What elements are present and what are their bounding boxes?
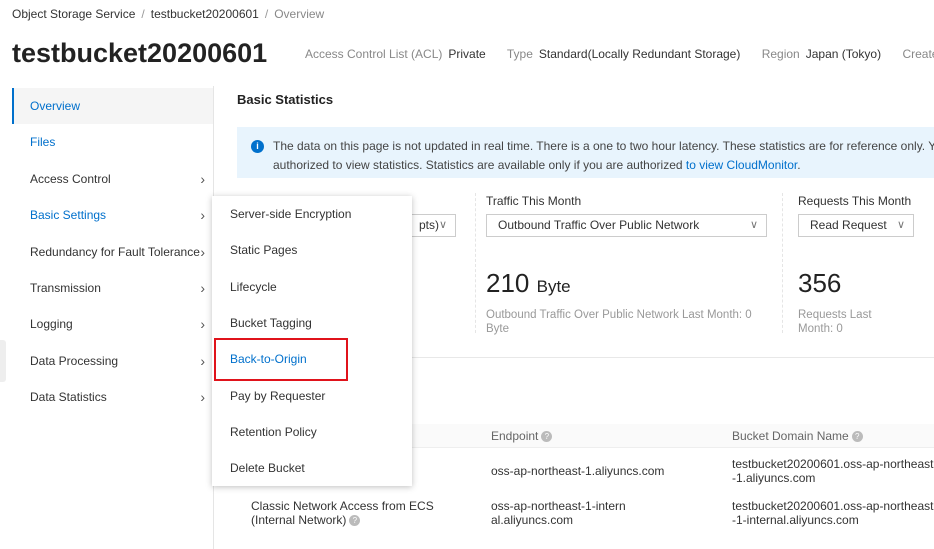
region-label: Region: [761, 47, 800, 61]
row2-access: Classic Network Access from ECS (Interna…: [251, 499, 434, 527]
traffic-value: 210 Byte: [486, 268, 571, 298]
acl-label: Access Control List (ACL): [305, 47, 443, 61]
help-icon[interactable]: ?: [541, 431, 553, 443]
menu-item-server-side-encryption[interactable]: Server-side Encryption: [212, 199, 412, 229]
menu-item-bucket-tagging[interactable]: Bucket Tagging: [212, 308, 412, 338]
menu-item-retention-policy[interactable]: Retention Policy: [212, 417, 412, 447]
highlight-box: [214, 338, 348, 381]
acl-value: Private: [448, 47, 486, 61]
sidebar-item-label: Redundancy for Fault Tolerance: [30, 244, 200, 259]
info-text-1: The data on this page is not updated in …: [273, 139, 934, 153]
traffic-last-month: Outbound Traffic Over Public Network Las…: [486, 309, 752, 335]
cloudmonitor-link[interactable]: to view CloudMonitor: [686, 158, 797, 172]
help-icon[interactable]: ?: [851, 431, 863, 443]
sidebar-item-label: Overview: [30, 99, 81, 113]
help-icon[interactable]: ?: [349, 515, 361, 527]
sidebar-collapse-handle[interactable]: [0, 340, 6, 382]
row2-domain: testbucket20200601.oss-ap-northeast-1-in…: [732, 499, 934, 527]
region-value: Japan (Tokyo): [805, 47, 882, 61]
sidebar: Overview Files Access Control › Basic Settin…: [12, 86, 214, 549]
row1-domain: testbucket20200601.oss-ap-northeast-1.al…: [732, 457, 934, 485]
sidebar-item-data-processing[interactable]: Data Processing ›: [12, 343, 213, 379]
chevron-right-icon: ›: [200, 243, 205, 260]
sidebar-item-label: Basic Settings: [30, 208, 107, 223]
chevron-down-icon: ∨: [896, 219, 905, 231]
chevron-right-icon: ›: [200, 352, 205, 369]
chevron-right-icon: ›: [200, 170, 205, 187]
traffic-label: Traffic This Month: [486, 194, 582, 208]
sidebar-item-overview[interactable]: Overview: [12, 88, 213, 124]
chevron-down-icon: ∨: [749, 219, 758, 231]
breadcrumb-oss[interactable]: Object Storage Service: [12, 7, 135, 21]
row2-endpoint: oss-ap-northeast-1-internal.aliyuncs.com: [491, 499, 626, 527]
info-text-2: authorized to view statistics. Statistic…: [273, 158, 801, 172]
chevron-right-icon: ›: [200, 316, 205, 333]
requests-last-month: Requests Last Month: 0: [798, 309, 872, 335]
sidebar-item-logging[interactable]: Logging ›: [12, 306, 213, 342]
row1-endpoint: oss-ap-northeast-1.aliyuncs.com: [491, 464, 665, 478]
menu-item-pay-by-requester[interactable]: Pay by Requester: [212, 381, 412, 411]
sidebar-item-access-control[interactable]: Access Control ›: [12, 161, 213, 197]
sidebar-item-label: Data Processing: [30, 353, 119, 368]
chevron-right-icon: ›: [200, 280, 205, 296]
sidebar-item-label: Logging: [30, 317, 73, 332]
bucket-meta: Access Control List (ACL) Private Type Sta…: [305, 47, 934, 61]
requests-value: 356: [798, 268, 842, 298]
sidebar-item-label: Data Statistics: [30, 390, 107, 405]
section-title: Basic Statistics: [237, 92, 334, 107]
chevron-right-icon: ›: [200, 389, 205, 406]
th-endpoint: Endpoint?: [491, 429, 553, 443]
info-banner: i The data on this page is not updated i…: [237, 127, 934, 178]
traffic-select[interactable]: Outbound Traffic Over Public Network ∨: [486, 214, 767, 237]
sidebar-item-label: Access Control: [30, 171, 111, 186]
menu-item-static-pages[interactable]: Static Pages: [212, 235, 412, 265]
chevron-right-icon: ›: [200, 207, 205, 224]
sidebar-item-label: Files: [30, 135, 56, 150]
menu-item-delete-bucket[interactable]: Delete Bucket: [212, 453, 412, 483]
sidebar-item-files[interactable]: Files: [12, 124, 213, 160]
breadcrumb-bucket[interactable]: testbucket20200601: [151, 7, 259, 21]
breadcrumb: Object Storage Service / testbucket2020060…: [12, 7, 325, 21]
sidebar-item-redundancy-for-fault-tolerance[interactable]: Redundancy for Fault Tolerance ›: [12, 234, 213, 270]
sidebar-item-label: Transmission: [30, 281, 101, 295]
page-title: testbucket20200601: [12, 38, 268, 68]
chevron-down-icon: ∨: [438, 219, 447, 231]
requests-select[interactable]: Read Request ∨: [798, 214, 914, 237]
sidebar-item-transmission[interactable]: Transmission ›: [12, 270, 213, 306]
th-domain: Bucket Domain Name?: [732, 429, 863, 443]
sidebar-item-basic-settings[interactable]: Basic Settings ›: [12, 197, 213, 233]
breadcrumb-current: Overview: [274, 7, 325, 21]
info-icon: i: [251, 140, 264, 153]
type-label: Type: [506, 47, 533, 61]
type-value: Standard(Locally Redundant Storage): [538, 47, 741, 61]
requests-label: Requests This Month: [798, 194, 912, 208]
menu-item-lifecycle[interactable]: Lifecycle: [212, 272, 412, 302]
created-label: Created: [902, 47, 934, 61]
sidebar-item-data-statistics[interactable]: Data Statistics ›: [12, 379, 213, 415]
